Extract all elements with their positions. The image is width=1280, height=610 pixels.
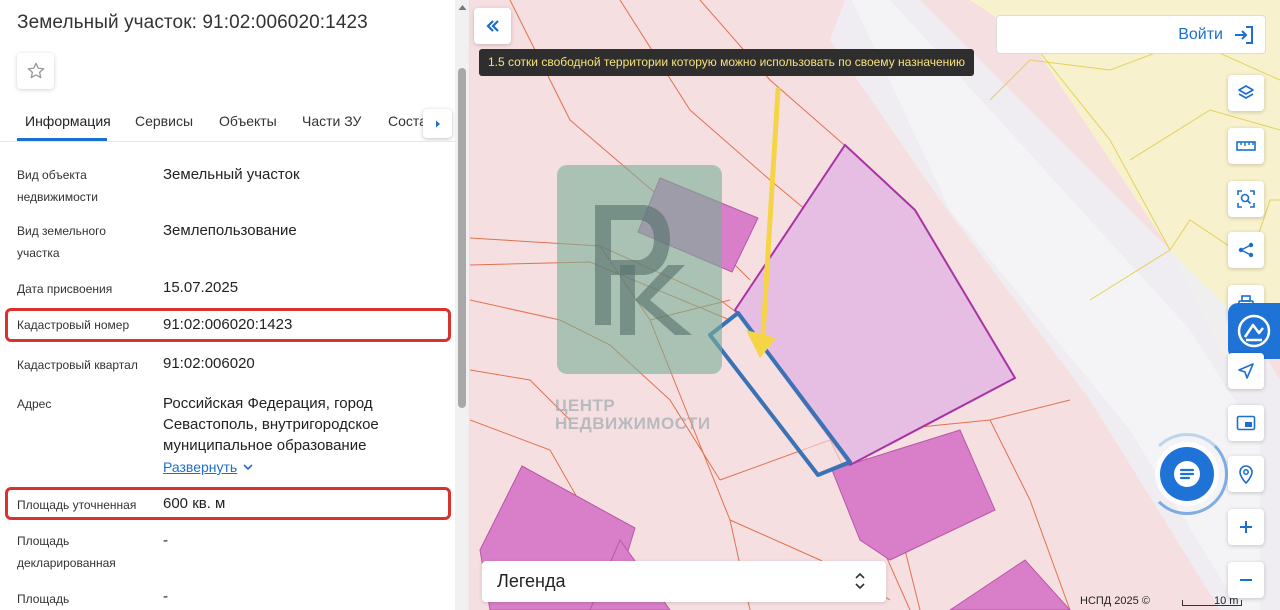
layers-icon bbox=[1238, 85, 1254, 99]
row-label-cadastral-quarter: Кадастровый квартал bbox=[17, 358, 138, 372]
zoom-in-button[interactable] bbox=[1228, 509, 1264, 545]
row-value-parcel-type: Землепользование bbox=[163, 222, 297, 239]
map-service-icon bbox=[1237, 314, 1271, 348]
info-panel: Земельный участок: 91:02:006020:1423 Инф… bbox=[0, 0, 470, 610]
row-value-area-refined: 600 кв. м bbox=[163, 495, 226, 512]
layers-button[interactable] bbox=[1228, 75, 1264, 111]
zoom-out-icon bbox=[1240, 579, 1252, 581]
row-value-area-declared: - bbox=[163, 532, 168, 549]
share-button[interactable] bbox=[1228, 232, 1264, 268]
row-label-address: Адрес bbox=[17, 397, 52, 411]
map-canvas[interactable]: ЦЕНТР НЕДВИЖИМОСТИ bbox=[470, 0, 1280, 610]
tab-services[interactable]: Сервисы bbox=[135, 113, 193, 129]
scrollbar-thumb[interactable] bbox=[458, 68, 466, 408]
login-label: Войти bbox=[1178, 26, 1223, 43]
double-chevron-left-icon bbox=[485, 20, 499, 32]
row-value-cadastral-quarter: 91:02:006020 bbox=[163, 355, 255, 372]
row-label-assignment-date: Дата присвоения bbox=[17, 282, 113, 296]
tab-bar: Информация Сервисы Объекты Части ЗУ Сост… bbox=[0, 100, 455, 142]
tabs-scroll-right-button[interactable] bbox=[423, 109, 452, 138]
measure-button[interactable] bbox=[1228, 128, 1264, 164]
collapse-panel-button[interactable] bbox=[474, 8, 511, 44]
watermark-line1: ЦЕНТР bbox=[555, 396, 616, 415]
row-label-object-type: Вид объекта недвижимости bbox=[17, 168, 98, 204]
row-value-area: - bbox=[163, 588, 168, 605]
copyright-text: НСПД 2025 © bbox=[1080, 595, 1150, 607]
chevron-right-icon bbox=[435, 120, 440, 127]
legend-dropdown[interactable]: Легенда bbox=[482, 561, 886, 602]
row-label-area-refined: Площадь уточненная bbox=[17, 498, 137, 512]
row-value-address: Российская Федерация, город Севастополь,… bbox=[163, 395, 379, 454]
active-tab-indicator bbox=[17, 138, 107, 141]
tab-parcel-parts[interactable]: Части ЗУ bbox=[302, 113, 361, 129]
ruler-icon bbox=[1236, 141, 1256, 151]
row-label-parcel-type: Вид земельного участка bbox=[17, 224, 106, 260]
row-label-area: Площадь bbox=[17, 592, 70, 606]
star-icon bbox=[27, 62, 44, 79]
area-search-icon bbox=[1237, 190, 1255, 208]
tab-objects[interactable]: Объекты bbox=[219, 113, 277, 129]
picture-in-picture-icon bbox=[1236, 415, 1256, 431]
row-value-assignment-date: 15.07.2025 bbox=[163, 279, 239, 296]
location-search-button[interactable] bbox=[1228, 456, 1264, 492]
legend-label: Легенда bbox=[497, 571, 566, 591]
login-button[interactable]: Войти bbox=[996, 15, 1266, 54]
tab-composition[interactable]: Соста bbox=[388, 113, 427, 129]
navigate-icon bbox=[1238, 363, 1254, 379]
location-search-icon bbox=[1239, 465, 1253, 484]
tab-information[interactable]: Информация bbox=[25, 113, 111, 129]
zoom-in-icon bbox=[1240, 521, 1252, 533]
service-logo-button[interactable] bbox=[1228, 303, 1280, 359]
row-label-area-declared: Площадь декларированная bbox=[17, 534, 116, 570]
expand-address-link[interactable]: Развернуть bbox=[163, 459, 237, 475]
chat-icon bbox=[1174, 461, 1200, 487]
row-value-cadastral-number: 91:02:006020:1423 bbox=[163, 316, 293, 333]
scale-label: 10 m bbox=[1214, 595, 1239, 607]
row-label-cadastral-number: Кадастровый номер bbox=[17, 318, 130, 332]
expand-collapse-icon bbox=[855, 572, 865, 590]
row-value-object-type: Земельный участок bbox=[163, 166, 300, 183]
area-search-button[interactable] bbox=[1228, 181, 1264, 217]
navigate-button[interactable] bbox=[1228, 353, 1264, 389]
scroll-up-icon[interactable] bbox=[457, 4, 468, 12]
share-icon bbox=[1238, 242, 1254, 258]
favorite-button[interactable] bbox=[17, 53, 54, 89]
cadastral-map bbox=[470, 0, 1280, 610]
minimap-button[interactable] bbox=[1228, 405, 1264, 441]
watermark-line2: НЕДВИЖИМОСТИ bbox=[555, 414, 711, 433]
page-title: Земельный участок: 91:02:006020:1423 bbox=[17, 12, 368, 33]
login-icon bbox=[1235, 26, 1253, 44]
chat-button[interactable] bbox=[1160, 447, 1214, 501]
map-annotation-tooltip: 1.5 сотки свободной территории которую м… bbox=[479, 49, 974, 76]
zoom-out-button[interactable] bbox=[1228, 562, 1264, 598]
chevron-down-icon[interactable] bbox=[241, 460, 255, 474]
